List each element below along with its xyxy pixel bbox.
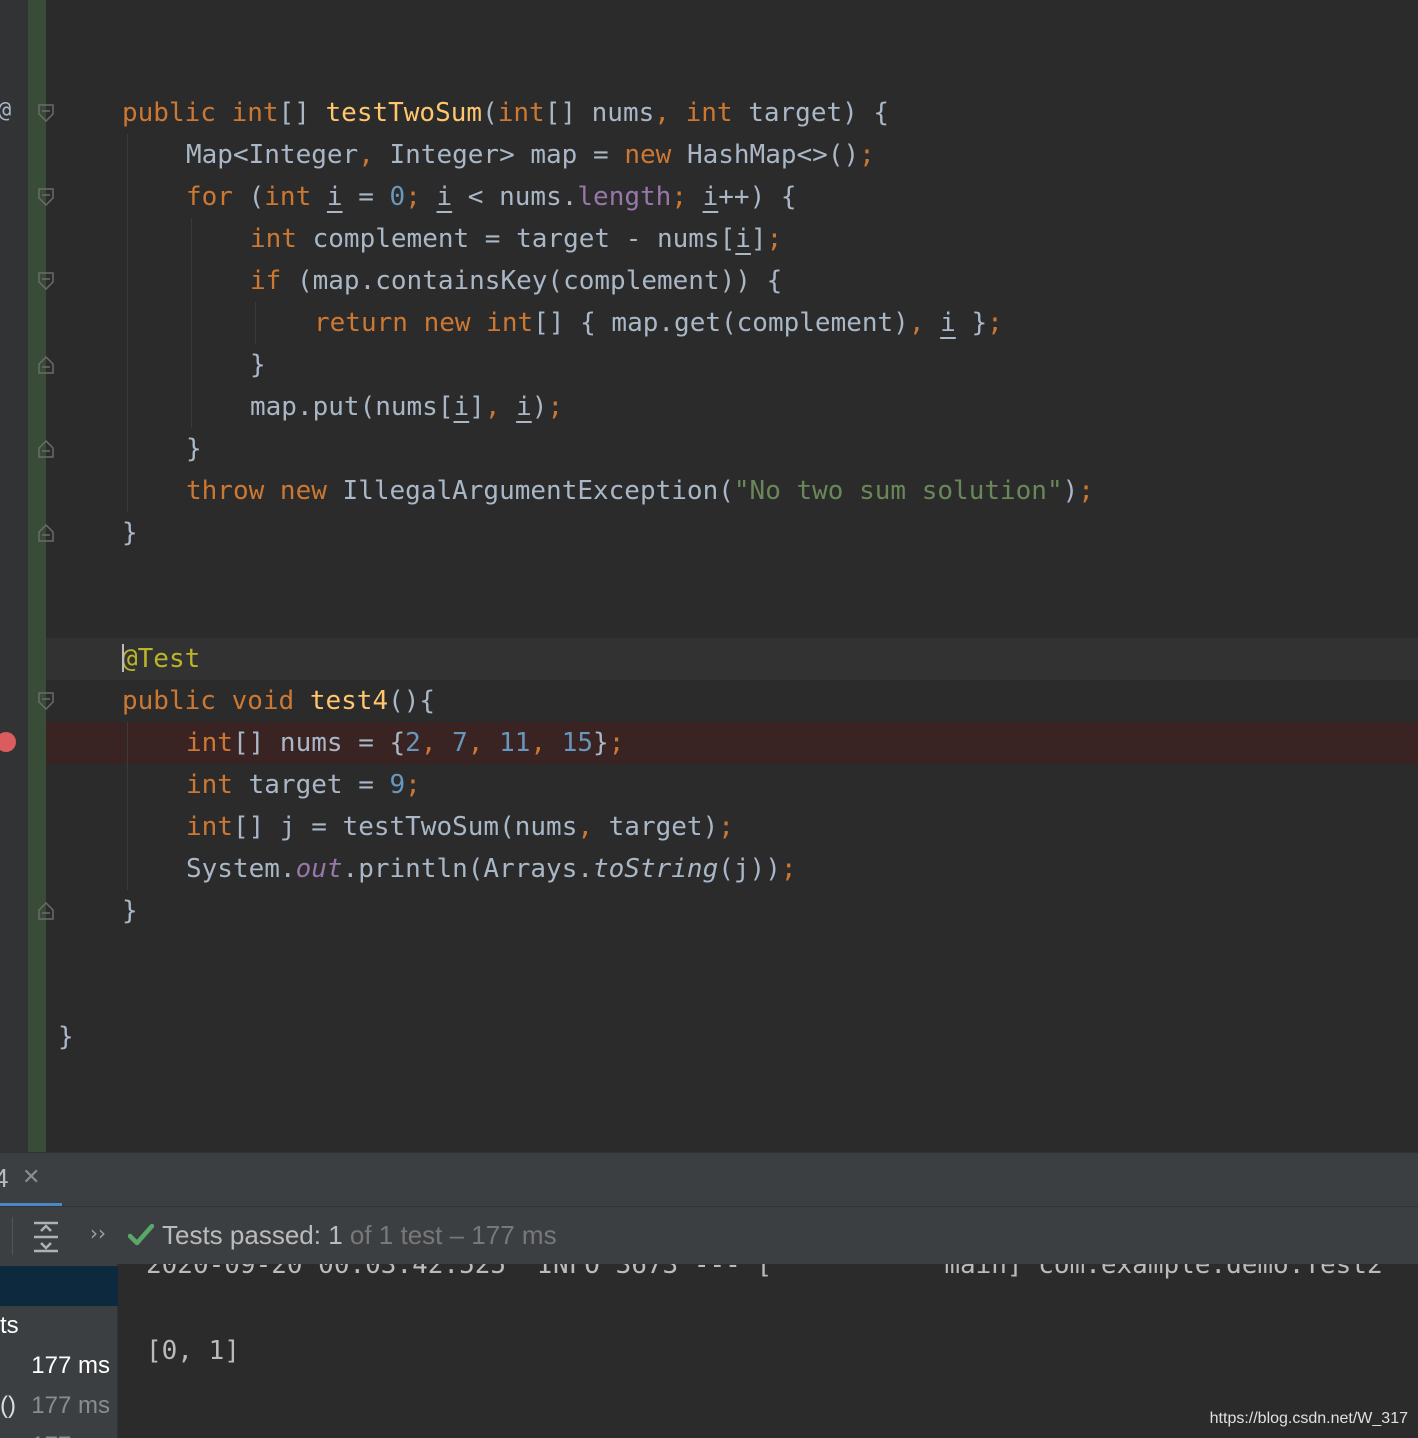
fold-end-icon[interactable] bbox=[38, 524, 54, 542]
code-line: if (map.containsKey(complement)) { bbox=[250, 266, 783, 296]
code-line: return new int[] { map.get(complement), … bbox=[314, 308, 1003, 338]
fold-end-icon[interactable] bbox=[38, 440, 54, 458]
toolbar-divider bbox=[12, 1217, 13, 1255]
run-tab-label[interactable]: 4 bbox=[0, 1163, 8, 1194]
breakpoint-icon[interactable] bbox=[0, 732, 16, 752]
code-line: int complement = target - nums[i]; bbox=[250, 224, 783, 254]
fold-arrow-icon[interactable] bbox=[38, 272, 54, 290]
code-editor[interactable]: @ public int[] testTwoSum(int[] nums, in… bbox=[0, 0, 1418, 1152]
code-line: int target = 9; bbox=[186, 770, 421, 800]
code-line: throw new IllegalArgumentException("No t… bbox=[186, 476, 1094, 506]
watermark: https://blog.csdn.net/W_317 bbox=[1209, 1410, 1408, 1427]
code-line: public int[] testTwoSum(int[] nums, int … bbox=[122, 98, 890, 128]
code-line: } bbox=[122, 518, 138, 548]
close-icon[interactable]: ✕ bbox=[22, 1165, 40, 1190]
test-status: Tests passed: 1 of 1 test – 177 ms bbox=[162, 1220, 557, 1250]
line-gutter[interactable]: @ bbox=[0, 0, 28, 1152]
vcs-change-marker bbox=[28, 0, 46, 1152]
indent-guide bbox=[127, 722, 128, 890]
run-toolbar: ›› Tests passed: 1 of 1 test – 177 ms bbox=[0, 1206, 1418, 1264]
test-results-tree[interactable]: ts 177 ms 177 ms () 177 ms bbox=[0, 1264, 118, 1438]
text-caret bbox=[122, 643, 124, 672]
current-line-highlight bbox=[46, 638, 1418, 680]
code-line: for (int i = 0; i < nums.length; i++) { bbox=[186, 182, 797, 212]
fold-end-icon[interactable] bbox=[38, 356, 54, 374]
indent-guide bbox=[127, 134, 128, 512]
more-actions-icon[interactable]: ›› bbox=[90, 1221, 106, 1245]
code-line: } bbox=[250, 350, 266, 380]
code-line: int[] nums = {2, 7, 11, 15}; bbox=[186, 728, 625, 758]
code-line: map.put(nums[i], i); bbox=[250, 392, 564, 422]
check-icon bbox=[127, 1223, 155, 1247]
run-tab-bar: 4 ✕ bbox=[0, 1152, 1418, 1207]
fold-arrow-icon[interactable] bbox=[38, 188, 54, 206]
code-line: System.out.println(Arrays.toString(j)); bbox=[186, 854, 797, 884]
code-line: } bbox=[186, 434, 202, 464]
indent-guide bbox=[191, 218, 192, 428]
code-line: int[] j = testTwoSum(nums, target); bbox=[186, 812, 734, 842]
code-line: } bbox=[122, 896, 138, 926]
tree-row-method[interactable]: () 177 ms bbox=[0, 1346, 118, 1438]
code-line: @Test bbox=[122, 643, 201, 674]
indent-guide bbox=[255, 302, 256, 344]
code-line: public void test4(){ bbox=[122, 686, 436, 716]
console-log-line: 2020-09-20 00:03:42.525 INFO 3673 --- [ … bbox=[146, 1264, 1383, 1280]
tree-row-tests[interactable]: ts 177 ms bbox=[0, 1266, 118, 1379]
override-marker-icon[interactable]: @ bbox=[0, 98, 11, 123]
code-line: Map<Integer, Integer> map = new HashMap<… bbox=[186, 140, 875, 170]
fold-arrow-icon[interactable] bbox=[38, 692, 54, 710]
code-line: } bbox=[58, 1022, 74, 1052]
fold-arrow-icon[interactable] bbox=[38, 104, 54, 122]
fold-end-icon[interactable] bbox=[38, 902, 54, 920]
expand-all-icon[interactable] bbox=[32, 1221, 60, 1253]
console-output[interactable]: 2020-09-20 00:03:42.525 INFO 3673 --- [ … bbox=[118, 1264, 1418, 1438]
console-result-line: [0, 1] bbox=[146, 1336, 240, 1366]
tree-row-class[interactable]: 177 ms bbox=[0, 1306, 118, 1419]
